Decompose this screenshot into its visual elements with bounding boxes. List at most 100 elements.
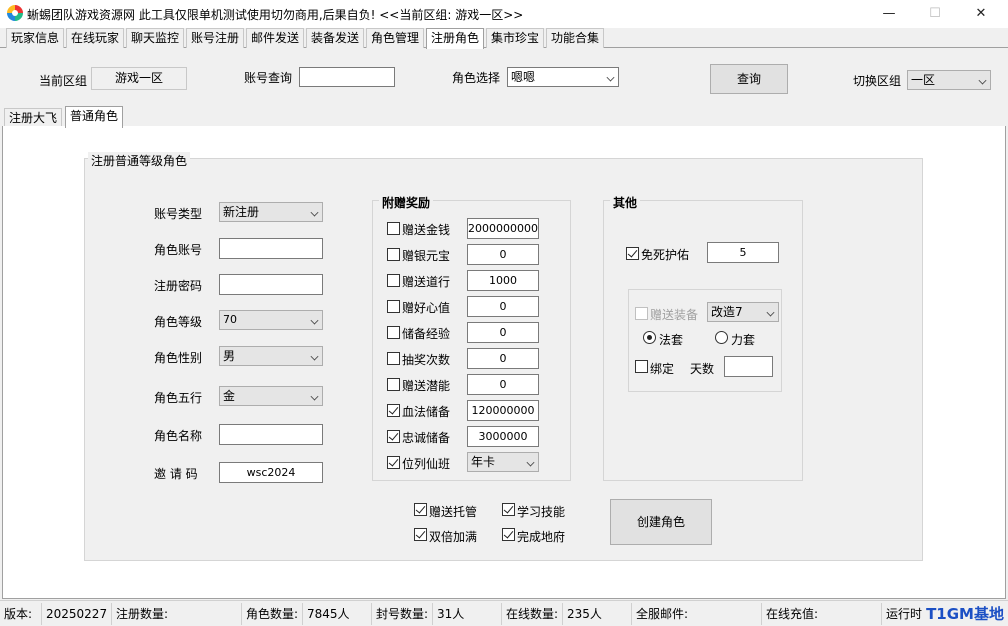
watermark-text: T1GM基地 <box>926 605 1004 623</box>
gift-immortal-rank-label: 位列仙班 <box>402 457 451 471</box>
gift-silver-ingot-label: 赠银元宝 <box>402 249 451 263</box>
gift-kindness-checkbox[interactable] <box>387 300 400 313</box>
gift-money-input[interactable]: 2000000000 <box>467 218 539 239</box>
gift-potential-checkbox[interactable] <box>387 378 400 391</box>
double-full-label: 双倍加满 <box>429 530 478 544</box>
status-role-count-value: 7845人 <box>303 603 372 625</box>
magic-set-radio[interactable] <box>643 331 656 344</box>
immortal-protect-label: 免死护佑 <box>641 248 690 262</box>
chevron-down-icon <box>606 73 615 82</box>
other-group-title: 其他 <box>610 194 641 211</box>
gift-loyalty-reserve-label: 忠诚储备 <box>402 431 451 445</box>
gift-immortal-rank-checkbox[interactable] <box>387 456 400 469</box>
tab-player-info[interactable]: 玩家信息 <box>6 28 65 48</box>
gift-hp-mp-reserve-input[interactable]: 120000000 <box>467 400 539 421</box>
status-server-mail: 全服邮件: <box>632 603 762 625</box>
account-type-label: 账号类型 <box>154 207 203 221</box>
switch-zone-dropdown[interactable]: 一区 <box>907 70 991 90</box>
gift-immortal-rank-dropdown[interactable]: 年卡 <box>467 452 539 472</box>
power-set-label: 力套 <box>731 333 756 347</box>
days-input[interactable] <box>724 356 773 377</box>
gift-silver-ingot-input[interactable]: 0 <box>467 244 539 265</box>
app-icon <box>7 5 23 21</box>
gift-reserve-exp-checkbox[interactable] <box>387 326 400 339</box>
tab-online-players[interactable]: 在线玩家 <box>66 28 125 48</box>
maximize-button[interactable]: ☐ <box>912 0 958 28</box>
gift-silver-ingot-checkbox[interactable] <box>387 248 400 261</box>
gift-daohang-input[interactable]: 1000 <box>467 270 539 291</box>
status-version-label: 版本: <box>0 603 42 625</box>
toolbar: 当前区组 游戏一区 账号查询 角色选择 嗯嗯 查询 切换区组 一区 <box>0 48 1008 106</box>
gift-money-checkbox[interactable] <box>387 222 400 235</box>
equip-upgrade-dropdown[interactable]: 改造7 <box>707 302 779 322</box>
gift-daohang-checkbox[interactable] <box>387 274 400 287</box>
gift-reserve-exp-label: 储备经验 <box>402 327 451 341</box>
role-level-dropdown[interactable]: 70 <box>219 310 323 330</box>
chevron-down-icon <box>310 352 319 361</box>
tab-mail-send[interactable]: 邮件发送 <box>246 28 305 48</box>
tab-role-manage[interactable]: 角色管理 <box>366 28 425 48</box>
role-name-input[interactable] <box>219 424 323 445</box>
register-password-input[interactable] <box>219 274 323 295</box>
gift-lottery-checkbox[interactable] <box>387 352 400 365</box>
gift-lottery-input[interactable]: 0 <box>467 348 539 369</box>
invite-code-input[interactable]: wsc2024 <box>219 462 323 483</box>
chevron-down-icon <box>310 392 319 401</box>
gift-loyalty-reserve-checkbox[interactable] <box>387 430 400 443</box>
register-group-title: 注册普通等级角色 <box>88 152 191 169</box>
tab-register-dafei[interactable]: 注册大飞 <box>4 108 63 127</box>
immortal-protect-input[interactable]: 5 <box>707 242 779 263</box>
gift-kindness-input[interactable]: 0 <box>467 296 539 317</box>
gift-money-label: 赠送金钱 <box>402 223 451 237</box>
gift-escrow-label: 赠送托管 <box>429 505 478 519</box>
learn-skill-checkbox[interactable] <box>502 503 515 516</box>
finish-underworld-label: 完成地府 <box>517 530 566 544</box>
gift-loyalty-reserve-input[interactable]: 3000000 <box>467 426 539 447</box>
minimize-button[interactable]: — <box>866 0 912 28</box>
bind-checkbox[interactable] <box>635 360 648 373</box>
gift-reserve-exp-input[interactable]: 0 <box>467 322 539 343</box>
role-gender-dropdown[interactable]: 男 <box>219 346 323 366</box>
status-bar: 版本: 20250227 注册数量: 角色数量: 7845人 封号数量: 31人… <box>0 600 1008 626</box>
status-version-value: 20250227 <box>42 603 112 625</box>
role-select-label: 角色选择 <box>452 71 501 85</box>
gift-hp-mp-reserve-checkbox[interactable] <box>387 404 400 417</box>
role-element-dropdown[interactable]: 金 <box>219 386 323 406</box>
gift-escrow-checkbox[interactable] <box>414 503 427 516</box>
account-query-input[interactable] <box>299 67 395 87</box>
role-select-dropdown[interactable]: 嗯嗯 <box>507 67 619 87</box>
tab-chat-monitor[interactable]: 聊天监控 <box>126 28 185 48</box>
status-banned-label: 封号数量: <box>372 603 433 625</box>
role-gender-value: 男 <box>223 349 236 363</box>
close-button[interactable]: ✕ <box>958 0 1004 28</box>
finish-underworld-checkbox[interactable] <box>502 528 515 541</box>
days-label: 天数 <box>690 362 715 376</box>
equip-upgrade-value: 改造7 <box>711 305 743 319</box>
learn-skill-label: 学习技能 <box>517 505 566 519</box>
role-level-label: 角色等级 <box>154 315 203 329</box>
gift-equip-checkbox[interactable] <box>635 307 648 320</box>
chevron-down-icon <box>978 76 987 85</box>
tab-normal-role[interactable]: 普通角色 <box>65 106 124 128</box>
create-role-button[interactable]: 创建角色 <box>610 499 712 545</box>
double-full-checkbox[interactable] <box>414 528 427 541</box>
immortal-protect-checkbox[interactable] <box>626 247 639 260</box>
role-level-value: 70 <box>223 313 237 326</box>
register-password-label: 注册密码 <box>154 279 203 293</box>
main-tab-strip: 玩家信息 在线玩家 聊天监控 账号注册 邮件发送 装备发送 角色管理 注册角色 … <box>0 28 1008 49</box>
role-select-value: 嗯嗯 <box>511 70 536 84</box>
tab-account-register[interactable]: 账号注册 <box>186 28 245 48</box>
gifts-group-title: 附赠奖励 <box>379 194 434 211</box>
invite-code-label: 邀 请 码 <box>154 467 198 481</box>
bind-label: 绑定 <box>650 362 675 376</box>
magic-set-label: 法套 <box>659 333 684 347</box>
gift-potential-input[interactable]: 0 <box>467 374 539 395</box>
query-button[interactable]: 查询 <box>710 64 788 94</box>
tab-feature-collection[interactable]: 功能合集 <box>546 28 605 48</box>
power-set-radio[interactable] <box>715 331 728 344</box>
tab-market-treasure[interactable]: 集市珍宝 <box>486 28 545 48</box>
tab-register-role[interactable]: 注册角色 <box>426 28 485 49</box>
role-account-input[interactable] <box>219 238 323 259</box>
tab-equip-send[interactable]: 装备发送 <box>306 28 365 48</box>
account-type-dropdown[interactable]: 新注册 <box>219 202 323 222</box>
